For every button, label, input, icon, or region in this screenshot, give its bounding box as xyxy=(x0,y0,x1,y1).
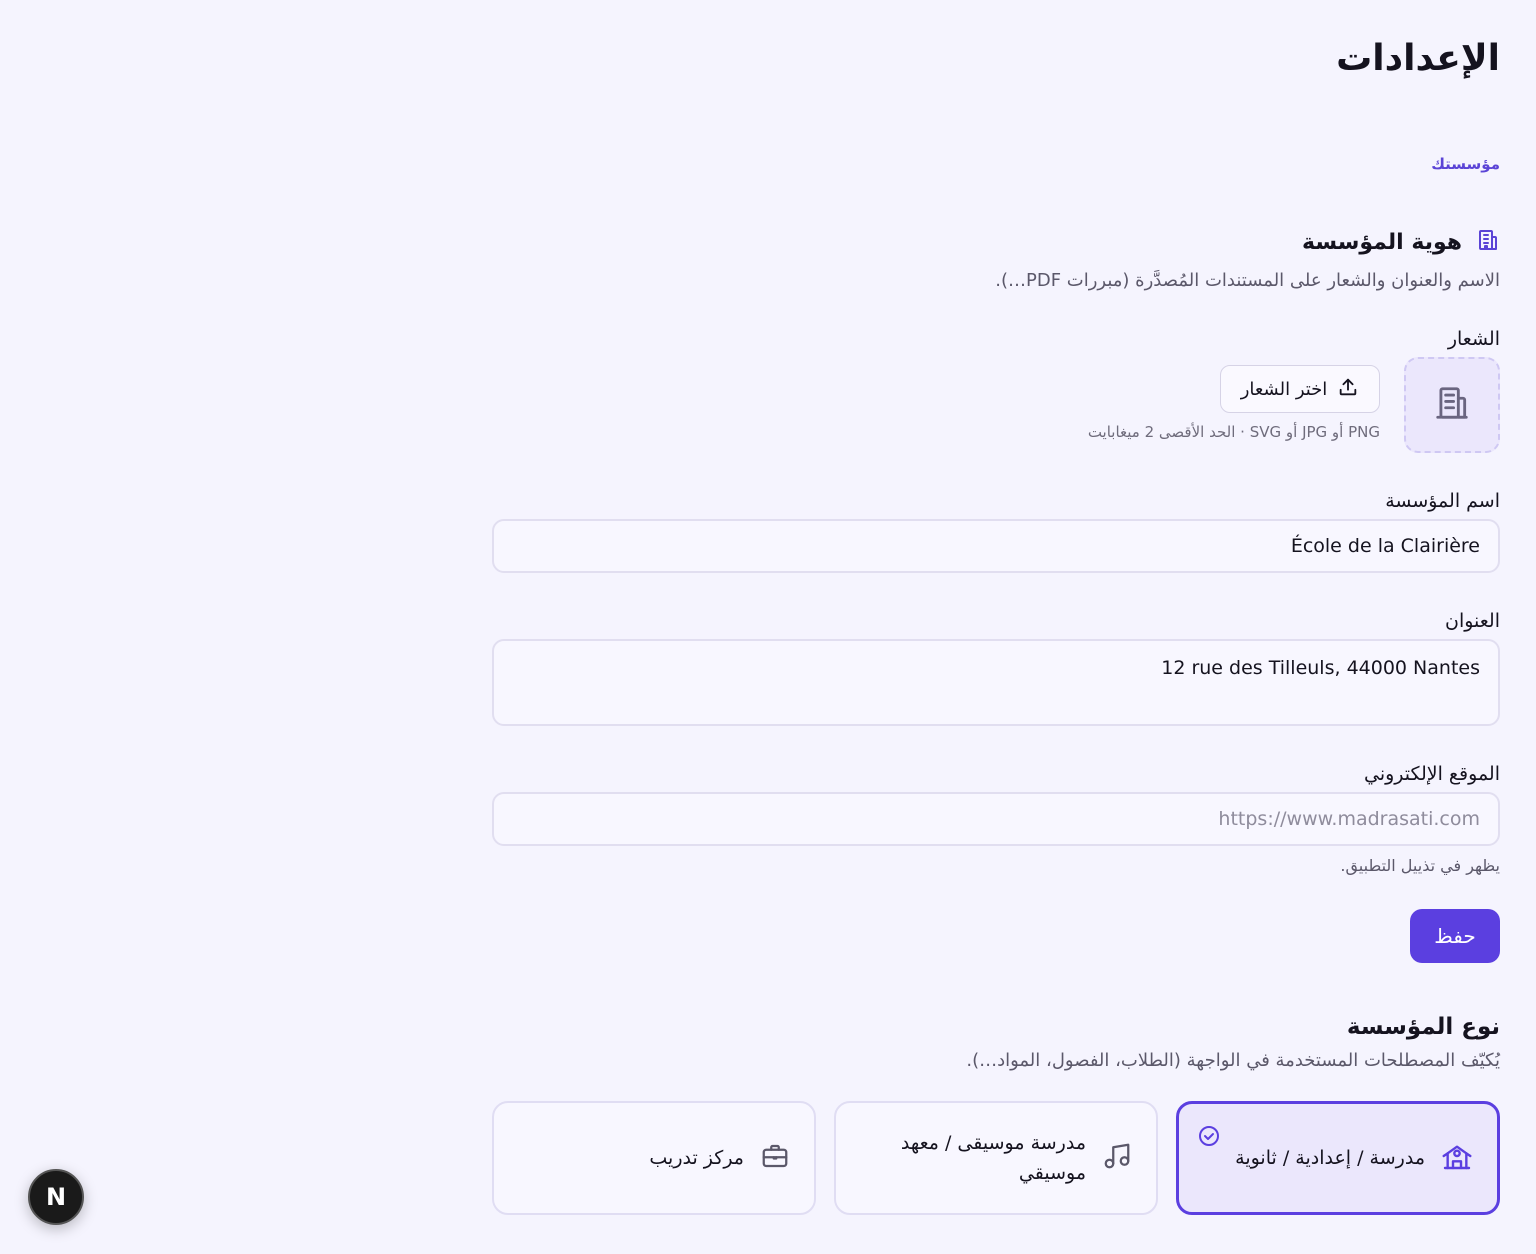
org-type-option-label: مركز تدريب xyxy=(649,1147,744,1169)
org-type-option-label: مدرسة موسيقى / معهد موسيقي xyxy=(900,1132,1086,1184)
address-textarea[interactable]: 12 rue des Tilleuls, 44000 Nantes xyxy=(492,639,1500,726)
website-label: الموقع الإلكتروني xyxy=(1363,763,1500,785)
address-label: العنوان xyxy=(1444,610,1500,632)
logo-hint: PNG أو JPG أو SVG · الحد الأقصى 2 ميغابا… xyxy=(1087,423,1380,441)
org-type-option-school[interactable]: مدرسة / إعدادية / ثانوية xyxy=(1176,1101,1500,1215)
identity-section-title: هوية المؤسسة xyxy=(1301,229,1462,255)
org-type-description: يُكيّف المصطلحات المستخدمة في الواجهة (ا… xyxy=(966,1050,1500,1071)
building-icon xyxy=(1476,228,1500,256)
org-type-option-music-school[interactable]: مدرسة موسيقى / معهد موسيقي xyxy=(834,1101,1158,1215)
save-button[interactable]: حفظ xyxy=(1410,909,1500,963)
website-placeholder: https://www.madrasati.com xyxy=(1218,808,1480,830)
org-type-option-label: مدرسة / إعدادية / ثانوية xyxy=(1235,1147,1425,1169)
website-input[interactable]: https://www.madrasati.com xyxy=(492,792,1500,846)
org-type-option-training-center[interactable]: مركز تدريب xyxy=(492,1101,816,1215)
building-placeholder-icon xyxy=(1433,384,1471,426)
logo-preview[interactable] xyxy=(1404,357,1500,453)
identity-section-header: هوية المؤسسة xyxy=(1302,228,1500,256)
check-circle-icon xyxy=(1197,1124,1221,1152)
org-type-title: نوع المؤسسة xyxy=(1346,1014,1500,1040)
upload-icon xyxy=(1337,376,1359,403)
dev-tools-badge[interactable]: N xyxy=(28,1169,84,1225)
logo-label: الشعار xyxy=(1447,328,1500,350)
website-hint: يظهر في تذييل التطبيق. xyxy=(1340,856,1500,875)
music-note-icon xyxy=(1102,1141,1132,1175)
school-icon xyxy=(1441,1140,1473,1176)
tab-organization[interactable]: مؤسستك xyxy=(1431,155,1500,173)
briefcase-icon xyxy=(760,1141,790,1175)
org-name-label: اسم المؤسسة xyxy=(1385,490,1500,512)
address-value: 12 rue des Tilleuls, 44000 Nantes xyxy=(1161,657,1480,679)
choose-logo-button[interactable]: اختر الشعار xyxy=(1220,365,1380,413)
page-title: الإعدادات xyxy=(1336,38,1500,79)
org-name-input[interactable]: École de la Clairière xyxy=(492,519,1500,573)
org-name-value: École de la Clairière xyxy=(1290,535,1480,557)
choose-logo-label: اختر الشعار xyxy=(1240,378,1328,400)
identity-section-description: الاسم والعنوان والشعار على المستندات الم… xyxy=(995,270,1500,291)
